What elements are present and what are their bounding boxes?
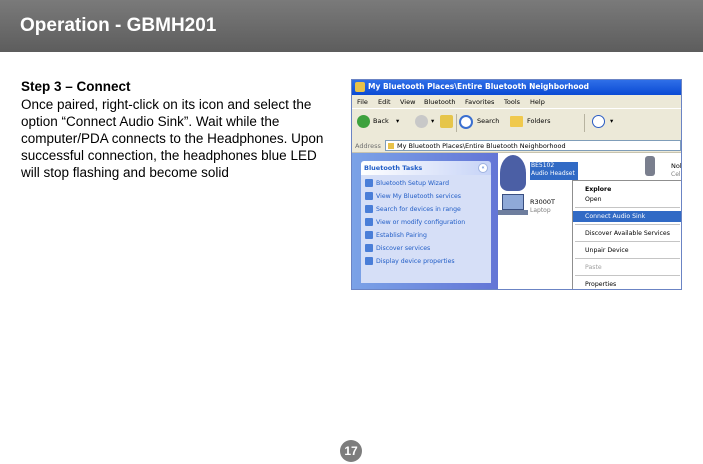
menu-separator: [575, 207, 680, 208]
headset-type: Audio Headset: [531, 170, 575, 177]
phone-name[interactable]: Nok: [671, 162, 681, 170]
menu-bluetooth[interactable]: Bluetooth: [424, 98, 456, 106]
back-button[interactable]: Back: [373, 117, 389, 125]
menu-separator: [575, 275, 680, 276]
back-arrow-icon[interactable]: [357, 115, 370, 128]
address-field[interactable]: My Bluetooth Places\Entire Bluetooth Nei…: [385, 140, 681, 151]
task-establish-pairing[interactable]: Establish Pairing: [365, 231, 427, 242]
folders-icon[interactable]: [510, 116, 523, 127]
headset-device-label[interactable]: BE5102 Audio Headset: [530, 162, 578, 180]
bluetooth-tasks-list: Bluetooth Setup Wizard View My Bluetooth…: [361, 175, 491, 283]
up-folder-icon[interactable]: [440, 115, 453, 128]
menu-item-open[interactable]: Open: [573, 194, 681, 205]
search-devices-icon: [365, 205, 373, 213]
views-dropdown-icon[interactable]: ▾: [610, 117, 613, 125]
task-view-configuration[interactable]: View or modify configuration: [365, 218, 465, 229]
toolbar-separator: [456, 114, 457, 132]
bluetooth-tasks-header[interactable]: Bluetooth Tasks «: [361, 161, 491, 175]
menu-item-discover-services[interactable]: Discover Available Services: [573, 228, 681, 239]
headset-icon[interactable]: [500, 155, 526, 191]
laptop-icon[interactable]: [502, 194, 524, 210]
pairing-icon: [365, 231, 373, 239]
menu-favorites[interactable]: Favorites: [465, 98, 494, 106]
cell-phone-icon[interactable]: [645, 156, 655, 176]
menu-file[interactable]: File: [357, 98, 368, 106]
search-button[interactable]: Search: [477, 117, 499, 125]
step-title: Step 3 – Connect: [21, 79, 131, 94]
menu-tools[interactable]: Tools: [504, 98, 520, 106]
headset-name: BE5102: [531, 162, 555, 169]
window-titlebar: My Bluetooth Places\Entire Bluetooth Nei…: [352, 80, 681, 95]
configuration-icon: [365, 218, 373, 226]
collapse-chevron-icon[interactable]: «: [478, 163, 488, 173]
bluetooth-folder-icon: [355, 82, 365, 92]
menu-item-unpair-device[interactable]: Unpair Device: [573, 245, 681, 256]
search-icon[interactable]: [459, 115, 473, 129]
bluetooth-folder-icon: [388, 143, 394, 149]
laptop-type: Laptop: [530, 207, 551, 214]
menu-separator: [575, 241, 680, 242]
menu-separator: [575, 224, 680, 225]
task-discover-services[interactable]: Discover services: [365, 244, 430, 255]
address-label: Address: [355, 142, 381, 150]
bluetooth-window-screenshot: My Bluetooth Places\Entire Bluetooth Nei…: [351, 79, 682, 290]
back-dropdown-icon[interactable]: ▾: [396, 117, 399, 125]
properties-icon: [365, 257, 373, 265]
task-pane: Bluetooth Tasks « Bluetooth Setup Wizard…: [352, 153, 498, 289]
task-search-devices[interactable]: Search for devices in range: [365, 205, 461, 216]
phone-type: Cell: [671, 171, 682, 178]
bluetooth-tasks-title: Bluetooth Tasks: [364, 164, 423, 172]
page-header: Operation - GBMH201: [0, 0, 703, 52]
menu-item-paste: Paste: [585, 264, 602, 271]
address-bar: Address My Bluetooth Places\Entire Bluet…: [352, 139, 681, 153]
task-setup-wizard[interactable]: Bluetooth Setup Wizard: [365, 179, 449, 190]
menu-separator: [575, 258, 680, 259]
forward-dropdown-icon[interactable]: ▾: [431, 117, 434, 125]
services-icon: [365, 192, 373, 200]
step-instructions: Once paired, right-click on its icon and…: [21, 97, 324, 180]
folders-button[interactable]: Folders: [527, 117, 550, 125]
page-title: Operation - GBMH201: [20, 15, 217, 36]
task-view-services[interactable]: View My Bluetooth services: [365, 192, 461, 203]
menu-bar: File Edit View Bluetooth Favorites Tools…: [352, 95, 681, 108]
menu-help[interactable]: Help: [530, 98, 545, 106]
menu-view[interactable]: View: [400, 98, 415, 106]
page-number: 17: [340, 440, 362, 462]
menu-item-connect-audio-sink[interactable]: Connect Audio Sink: [573, 211, 681, 222]
window-title: My Bluetooth Places\Entire Bluetooth Nei…: [368, 82, 589, 91]
wizard-icon: [365, 179, 373, 187]
address-value: My Bluetooth Places\Entire Bluetooth Nei…: [397, 142, 566, 150]
laptop-base: [498, 210, 528, 215]
toolbar-separator: [584, 114, 585, 132]
toolbar: Back ▾ ▾ Search Folders ▾: [352, 108, 681, 140]
task-display-properties[interactable]: Display device properties: [365, 257, 455, 268]
context-menu: Explore Open Connect Audio Sink Discover…: [572, 180, 681, 289]
views-icon[interactable]: [592, 115, 605, 128]
menu-item-properties[interactable]: Properties: [573, 279, 681, 289]
menu-edit[interactable]: Edit: [378, 98, 391, 106]
discover-icon: [365, 244, 373, 252]
laptop-name[interactable]: R3000T: [530, 198, 555, 206]
forward-arrow-icon[interactable]: [415, 115, 428, 128]
